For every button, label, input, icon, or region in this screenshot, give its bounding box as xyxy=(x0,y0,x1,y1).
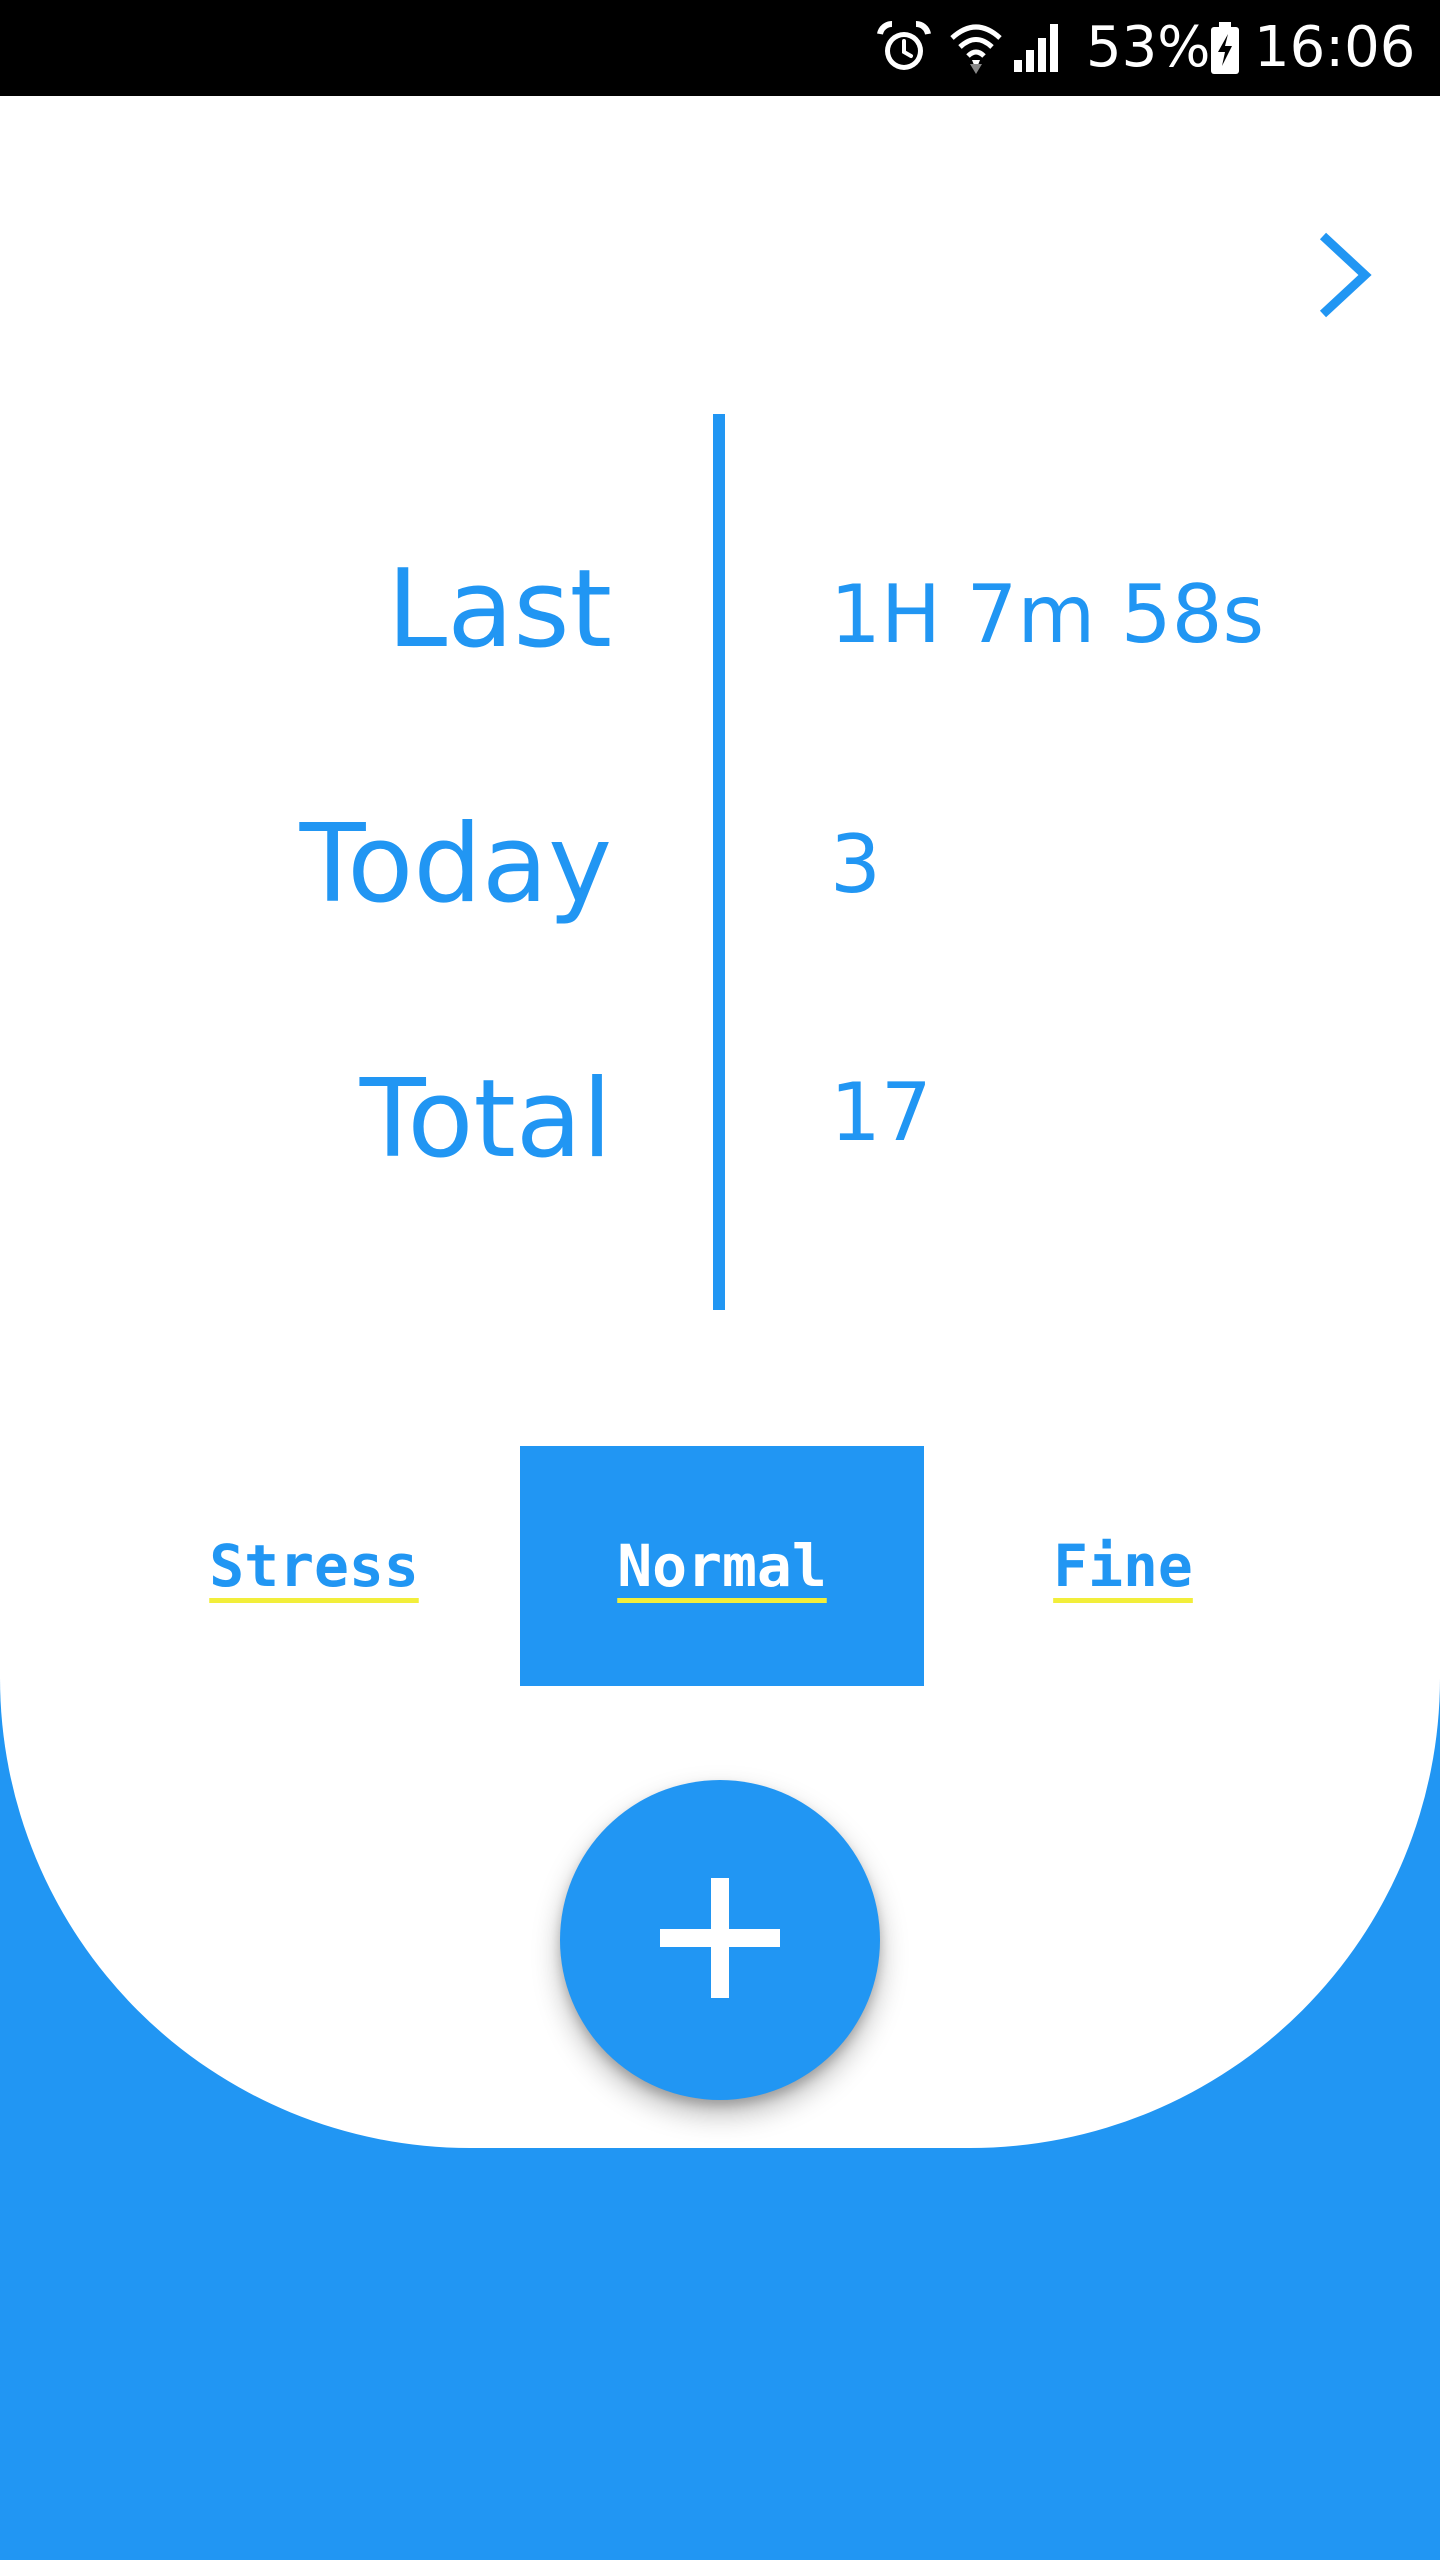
chevron-right-icon xyxy=(1315,230,1375,324)
stats-divider xyxy=(713,414,725,1310)
mood-option-label: Stress xyxy=(209,1532,419,1600)
today-label: Today xyxy=(299,802,612,927)
battery-percent: 53% xyxy=(1086,15,1211,80)
total-value: 17 xyxy=(830,1066,932,1159)
wifi-icon xyxy=(948,0,1004,96)
today-value: 3 xyxy=(830,818,881,911)
mood-option-normal[interactable]: Normal xyxy=(520,1446,924,1686)
add-button[interactable] xyxy=(560,1780,880,2100)
mood-option-label: Normal xyxy=(617,1532,827,1600)
status-bar: 53% 16:06 xyxy=(0,0,1440,96)
total-label: Total xyxy=(359,1057,612,1182)
clock-time: 16:06 xyxy=(1254,15,1416,80)
plus-icon xyxy=(658,1876,782,2004)
mood-option-label: Fine xyxy=(1053,1532,1193,1600)
mood-option-fine[interactable]: Fine xyxy=(968,1446,1278,1686)
last-value: 1H 7m 58s xyxy=(830,568,1265,661)
mood-option-stress[interactable]: Stress xyxy=(152,1446,476,1686)
battery-charging-icon xyxy=(1210,0,1240,96)
alarm-icon xyxy=(876,0,932,96)
signal-icon xyxy=(1012,0,1064,96)
last-label: Last xyxy=(387,547,612,672)
next-button[interactable] xyxy=(1290,222,1400,332)
